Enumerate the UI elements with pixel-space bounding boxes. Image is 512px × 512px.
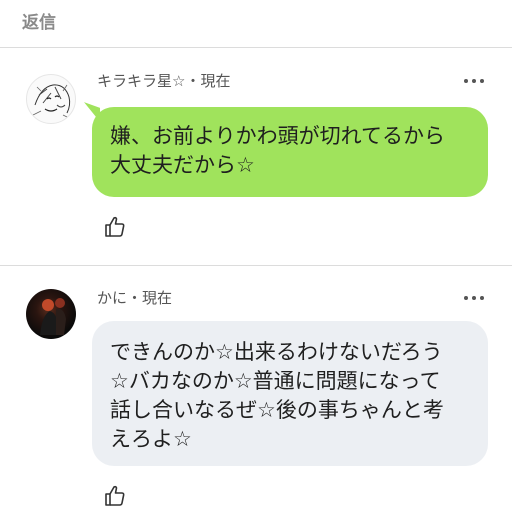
- comment-item: かに・現在 できんのか☆出来るわけないだろう ☆バカなのか☆普通に問題になって …: [0, 266, 512, 508]
- thumbs-up-icon[interactable]: [103, 215, 127, 239]
- comment-bubble: 嫌、お前よりかわ頭が切れてるから 大丈夫だから☆: [92, 107, 488, 197]
- thumbs-up-icon[interactable]: [103, 484, 127, 508]
- comment-meta: キラキラ星☆・現在: [97, 72, 231, 90]
- page-title: 返信: [22, 13, 56, 33]
- comment-text-line: ☆バカなのか☆普通に問題になって: [110, 369, 441, 393]
- avatar[interactable]: [26, 74, 76, 124]
- comment-text-line: えろよ☆: [110, 427, 192, 451]
- more-icon[interactable]: [463, 293, 485, 303]
- more-icon[interactable]: [463, 76, 485, 86]
- comment-item: キラキラ星☆・現在 嫌、お前よりかわ頭が切れてるから 大丈夫だから☆: [0, 48, 512, 266]
- comment-text-line: 大丈夫だから☆: [110, 153, 255, 177]
- avatar-photo-icon: [40, 298, 66, 335]
- comment-text-line: 嫌、お前よりかわ頭が切れてるから: [110, 124, 445, 148]
- comment-text-line: できんのか☆出来るわけないだろう: [110, 340, 443, 364]
- comment-text-line: 話し合いなるぜ☆後の事ちゃんと考: [110, 398, 444, 422]
- reply-header: 返信: [0, 0, 512, 48]
- avatar[interactable]: [26, 289, 76, 339]
- avatar-sketch-icon: [32, 84, 72, 120]
- comment-bubble: できんのか☆出来るわけないだろう ☆バカなのか☆普通に問題になって 話し合いなる…: [92, 321, 488, 466]
- comment-meta: かに・現在: [97, 289, 173, 307]
